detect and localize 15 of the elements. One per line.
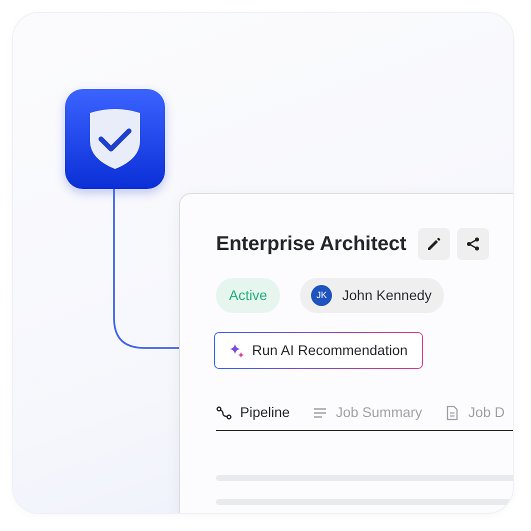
pipeline-icon [216, 404, 232, 420]
edit-button[interactable] [418, 228, 450, 260]
owner-name: John Kennedy [342, 286, 432, 305]
owner-chip[interactable]: JK John Kennedy [300, 278, 444, 313]
sparkle-icon [229, 342, 245, 358]
document-icon [444, 404, 460, 420]
ai-recommendation-button[interactable]: Run AI Recommendation [214, 332, 423, 369]
share-icon [465, 236, 482, 252]
status-badge: Active [216, 278, 280, 313]
job-title: Enterprise Architect [216, 232, 406, 256]
share-button[interactable] [457, 228, 490, 260]
shield-tile-icon [65, 89, 165, 189]
pencil-icon [426, 236, 442, 252]
avatar: JK [311, 285, 332, 306]
tab[interactable]: Pipeline [216, 402, 290, 423]
